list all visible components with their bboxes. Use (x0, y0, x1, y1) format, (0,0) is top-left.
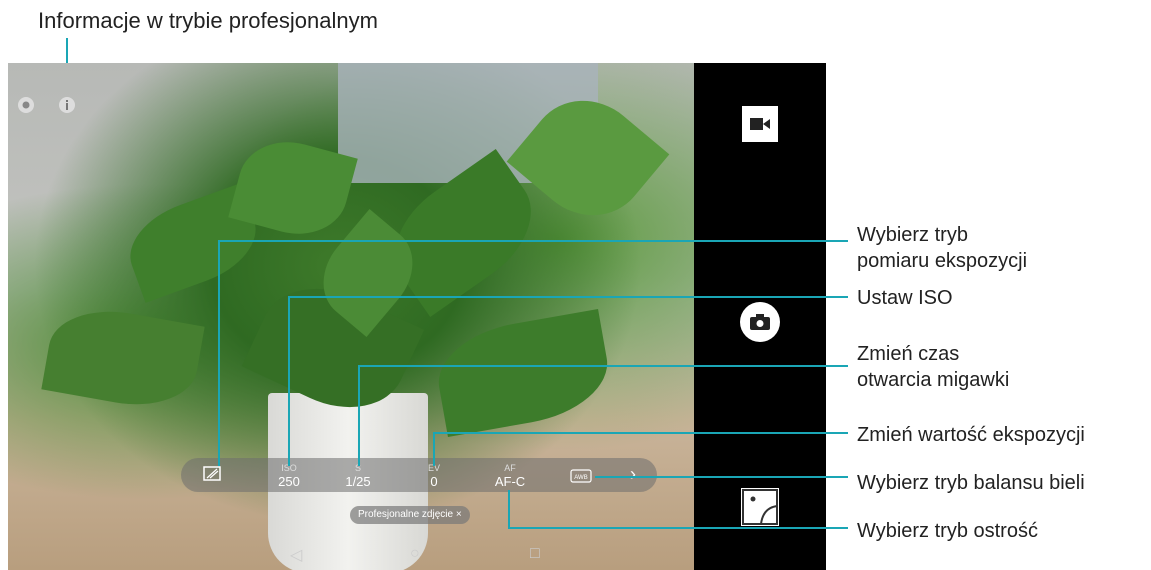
callout-af: Wybierz tryb ostrość (857, 520, 1038, 542)
callout-line-iso-v (288, 296, 290, 466)
callout-ev: Zmień wartość ekspozycji (857, 424, 1085, 446)
metering-icon (203, 466, 221, 481)
svg-text:AWB: AWB (574, 475, 587, 481)
callout-line-shutter-v (358, 365, 360, 466)
gallery-icon (742, 489, 778, 525)
ev-value: 0 (430, 474, 438, 489)
iso-control[interactable]: ISO 250 (274, 462, 304, 489)
leaf (430, 308, 616, 438)
callout-shutter-line1: Zmień czas (857, 343, 960, 365)
shutter-speed-control[interactable]: S 1/25 (338, 462, 378, 489)
callout-line-af-h (508, 527, 848, 529)
awb-icon: AWB (570, 469, 592, 483)
callout-metering: Wybierz tryb pomiaru ekspozycji (857, 222, 1027, 274)
chevron-right-icon[interactable]: › (630, 464, 636, 485)
callout-line-wb-h (595, 476, 848, 478)
callout-shutter: Zmień czas otwarcia migawki (857, 341, 1009, 393)
white-balance-control[interactable]: AWB (570, 469, 592, 486)
leaf (41, 300, 205, 416)
callout-metering-line1: Wybierz tryb (857, 224, 968, 246)
af-label: AF (504, 463, 516, 473)
camera-viewfinder[interactable] (8, 63, 694, 570)
recents-nav-icon[interactable]: □ (530, 545, 540, 563)
metering-control[interactable] (202, 465, 224, 486)
info-icon[interactable] (57, 95, 77, 115)
af-value: AF-C (494, 474, 526, 489)
mode-tag[interactable]: Profesjonalne zdjęcie × (350, 506, 470, 524)
page-title: Informacje w trybie profesjonalnym (38, 8, 378, 33)
callout-shutter-line2: otwarcia migawki (857, 369, 1010, 391)
callout-line-metering-v (218, 240, 220, 466)
callout-line-metering-h (218, 240, 848, 242)
camera-icon (750, 314, 770, 330)
callout-line-shutter-h (358, 365, 848, 367)
callout-metering-line2: pomiaru ekspozycji (857, 250, 1028, 272)
camera-switch-icon[interactable] (16, 95, 36, 115)
video-mode-button[interactable] (742, 106, 778, 142)
callout-wb: Wybierz tryb balansu bieli (857, 472, 1085, 494)
shutter-button[interactable] (740, 302, 780, 342)
gallery-thumbnail[interactable] (741, 488, 779, 526)
callout-iso: Ustaw ISO (857, 287, 953, 309)
video-camera-icon (750, 118, 770, 130)
shutter-value: 1/25 (345, 474, 371, 489)
home-nav-icon[interactable]: ○ (410, 545, 420, 563)
callout-line-ev-h (433, 432, 848, 434)
callout-line-af-v (508, 490, 510, 528)
iso-value: 250 (278, 474, 300, 489)
callout-line-iso-h (288, 296, 848, 298)
callout-line-ev-v (433, 432, 435, 466)
back-nav-icon[interactable]: ◁ (290, 545, 302, 565)
focus-mode-control[interactable]: AF AF-C (490, 462, 530, 489)
exposure-compensation-control[interactable]: EV 0 (422, 462, 446, 489)
